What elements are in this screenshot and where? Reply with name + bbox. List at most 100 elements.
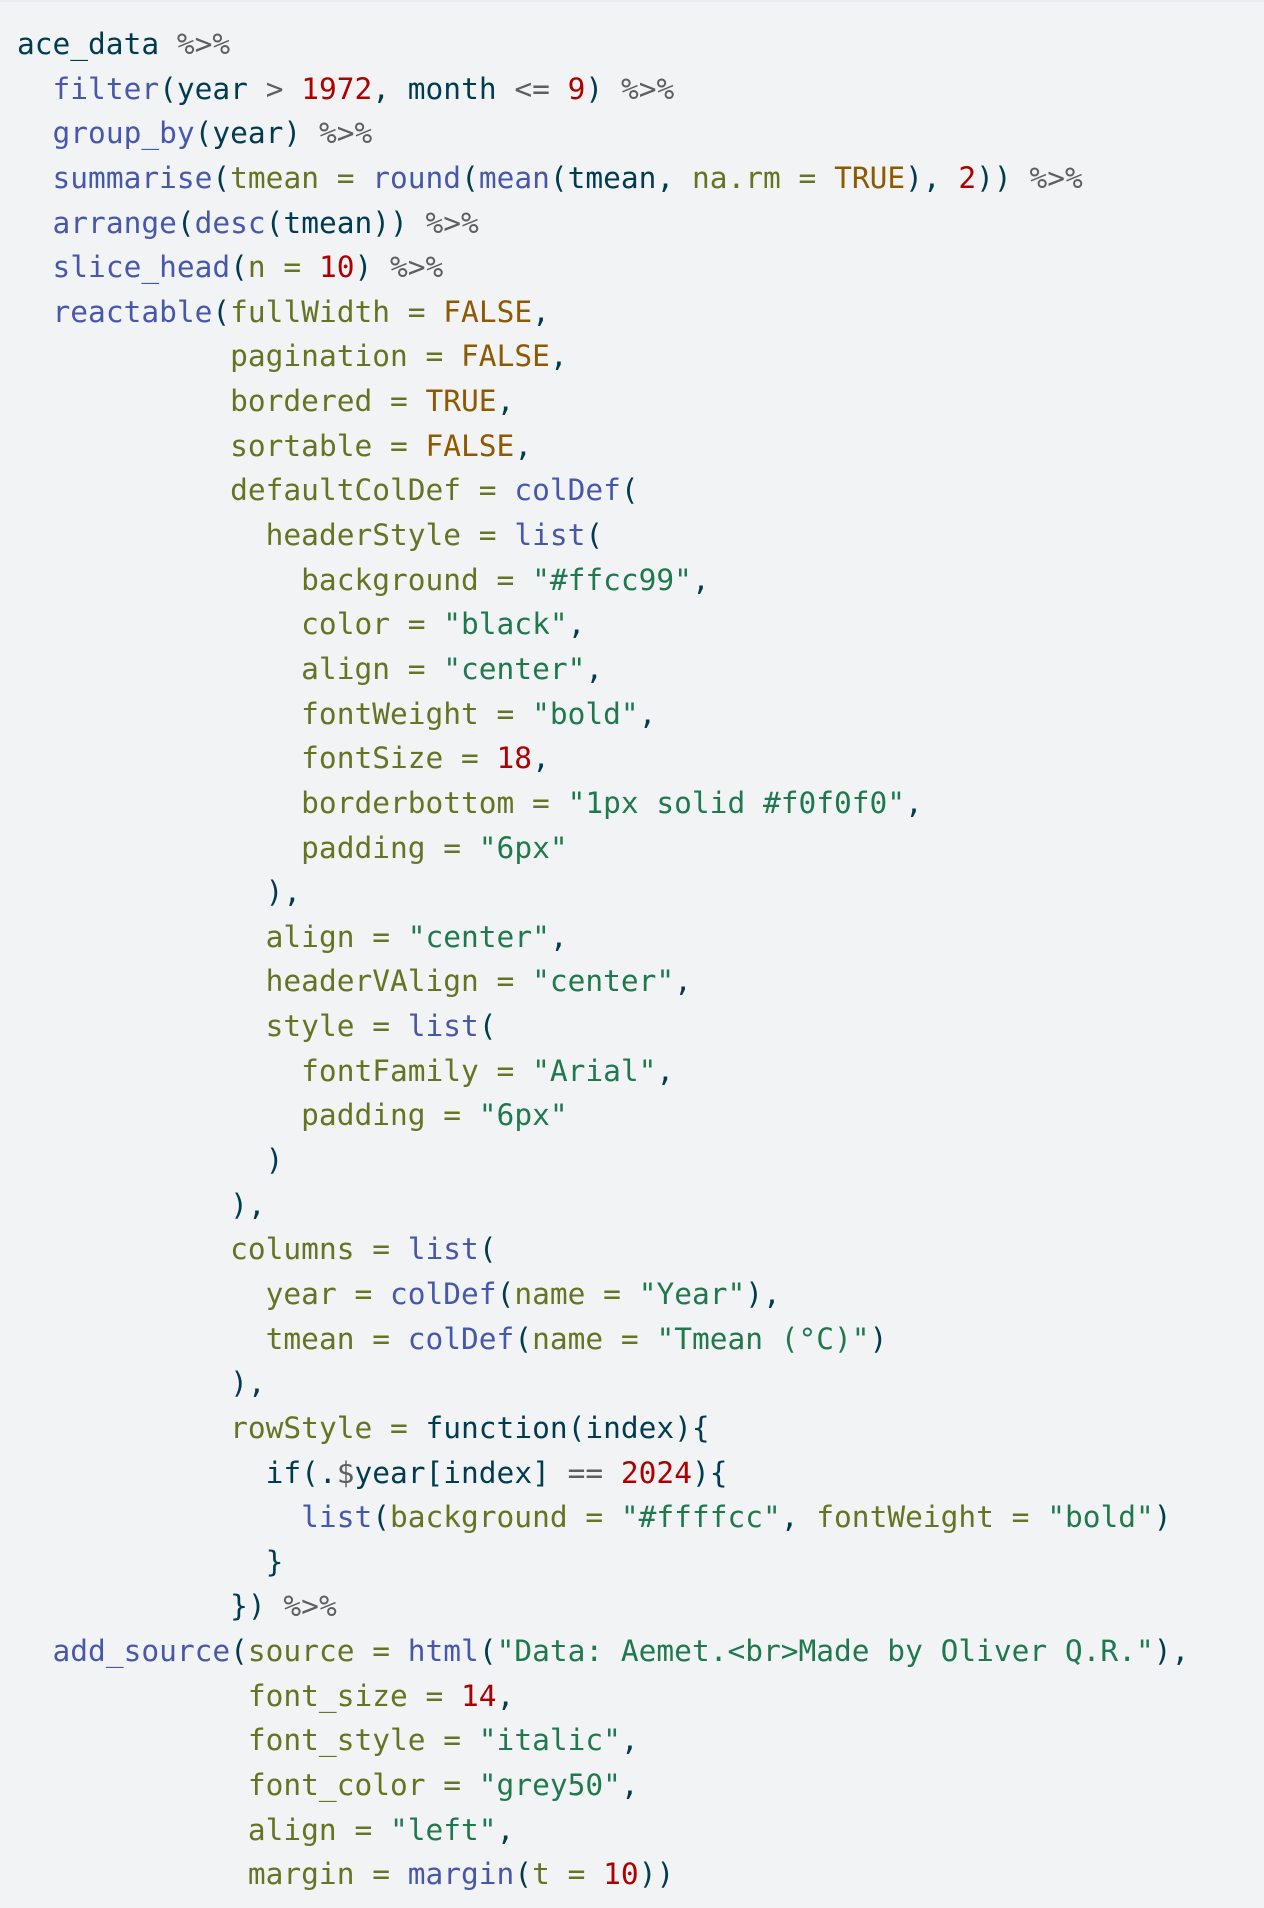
- code-text: ),: [905, 160, 959, 195]
- operator: %>%: [425, 205, 479, 240]
- code-line: borderbottom = "1px solid #f0f0f0",: [17, 781, 1264, 826]
- function-name: html: [407, 1634, 479, 1669]
- code-line: add_source(source = html("Data: Aemet.<b…: [17, 1629, 1264, 1674]
- code-line: reactable(fullWidth = FALSE,: [17, 290, 1264, 335]
- code-line: if(.$year[index] == 2024){: [17, 1451, 1264, 1496]
- function-name: margin: [407, 1857, 515, 1892]
- operator: >: [265, 71, 284, 106]
- argument-name: borderbottom =: [301, 785, 550, 820]
- code-line: ace_data %>%: [17, 22, 1264, 67]
- code-line: margin = margin(t = 10)): [17, 1852, 1264, 1897]
- argument-name: year =: [265, 1276, 373, 1311]
- operator: %>%: [390, 250, 444, 285]
- code-line: slice_head(n = 10) %>%: [17, 245, 1264, 290]
- argument-name: t =: [532, 1857, 586, 1892]
- argument-name: headerVAlign =: [265, 964, 515, 999]
- argument-name: tmean =: [230, 160, 355, 195]
- code-text: ,: [691, 562, 710, 597]
- code-text: , month: [372, 71, 515, 106]
- operator: <=: [514, 71, 550, 106]
- code-text: ),: [1153, 1634, 1190, 1669]
- argument-name: fontWeight =: [301, 696, 515, 731]
- code-text: ,: [532, 294, 550, 329]
- argument-name: fullWidth =: [230, 294, 426, 329]
- number-literal: 2024: [620, 1455, 692, 1490]
- code-line: ): [17, 1138, 1264, 1183]
- code-line: filter(year > 1972, month <= 9) %>%: [17, 67, 1264, 112]
- code-line: bordered = TRUE,: [17, 379, 1264, 424]
- function-name: colDef: [514, 473, 621, 508]
- argument-name: color =: [301, 607, 426, 642]
- operator: ==: [567, 1455, 604, 1490]
- code-text: ,: [905, 785, 923, 820]
- function-name: mean: [478, 160, 550, 195]
- code-text: (: [176, 205, 195, 240]
- function-name: filter: [52, 71, 160, 106]
- argument-name: pagination =: [230, 339, 444, 374]
- string-literal: "Tmean (°C)": [656, 1321, 870, 1356]
- code-text: }): [17, 1589, 284, 1624]
- argument-name: padding =: [301, 830, 462, 865]
- string-literal: "Data: Aemet.<br>Made by Oliver Q.R.": [496, 1634, 1154, 1669]
- boolean-literal: FALSE: [461, 339, 550, 374]
- code-text: ace_data: [17, 27, 177, 61]
- operator: %>%: [176, 27, 231, 61]
- code-line: font_color = "grey50",: [17, 1763, 1264, 1808]
- code-text: ): [354, 250, 391, 285]
- function-name: round: [372, 160, 462, 195]
- code-text: (: [496, 1276, 515, 1311]
- code-line: }: [17, 1540, 1264, 1585]
- argument-name: style =: [265, 1009, 390, 1044]
- argument-name: align =: [301, 651, 426, 686]
- code-line: columns = list(: [17, 1227, 1264, 1272]
- argument-name: tmean =: [265, 1321, 390, 1356]
- code-line: pagination = FALSE,: [17, 334, 1264, 379]
- code-text: (: [461, 160, 479, 195]
- operator: %>%: [283, 1589, 337, 1624]
- code-line: headerStyle = list(: [17, 513, 1264, 558]
- code-text: (: [212, 294, 231, 329]
- argument-name: name =: [514, 1276, 621, 1311]
- function-name: slice_head: [52, 250, 231, 285]
- code-text: ,: [620, 1723, 639, 1758]
- code-text: (: [514, 1857, 533, 1892]
- string-literal: "center": [407, 919, 550, 954]
- function-name: arrange: [52, 205, 177, 240]
- code-line: padding = "6px": [17, 826, 1264, 871]
- string-literal: "6px": [478, 1098, 568, 1133]
- code-text: if(.: [17, 1455, 337, 1490]
